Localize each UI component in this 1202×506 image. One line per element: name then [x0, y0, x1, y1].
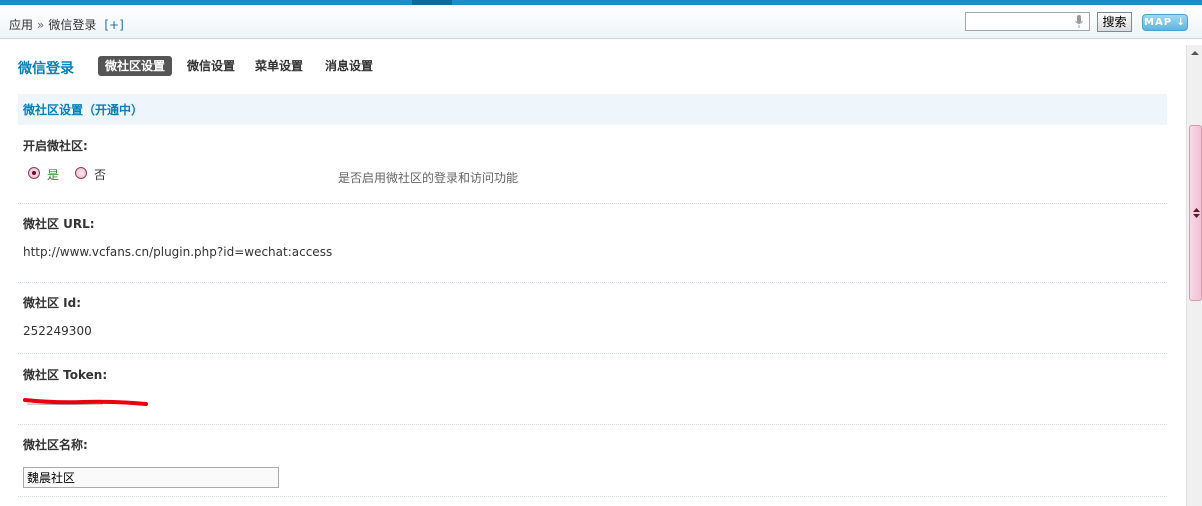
- breadcrumb: 应用 » 微信登录 [+]: [9, 16, 124, 33]
- enable-hint: 是否启用微社区的登录和访问功能: [338, 171, 519, 185]
- add-shortcut-link[interactable]: [+]: [104, 18, 123, 32]
- radio-no-label[interactable]: 否: [94, 166, 106, 183]
- url-label: 微社区 URL:: [23, 217, 95, 231]
- token-label: 微社区 Token:: [23, 368, 108, 382]
- radio-no[interactable]: [75, 167, 87, 179]
- community-name-field[interactable]: [23, 467, 279, 488]
- name-label: 微社区名称:: [23, 438, 88, 452]
- divider: [18, 424, 1167, 425]
- search-button[interactable]: 搜索: [1097, 12, 1132, 32]
- id-value: 252249300: [23, 324, 92, 338]
- section-title: 微社区设置（开通中）: [23, 103, 144, 117]
- section-header: 微社区设置（开通中）: [18, 94, 1167, 125]
- scroll-grip-icon: [1193, 208, 1200, 218]
- radio-yes-label[interactable]: 是: [47, 166, 59, 183]
- microphone-icon[interactable]: [1075, 15, 1083, 28]
- token-redaction-mark: [23, 398, 148, 406]
- enable-label: 开启微社区:: [23, 139, 88, 153]
- divider: [18, 203, 1167, 204]
- plugin-title: 微信登录: [18, 61, 74, 77]
- scroll-up-arrow-icon[interactable]: [1187, 45, 1202, 61]
- divider: [18, 282, 1167, 283]
- tab-message-settings[interactable]: 消息设置: [318, 56, 380, 76]
- vertical-scrollbar[interactable]: [1186, 45, 1202, 506]
- divider: [18, 496, 1167, 497]
- url-value: http://www.vcfans.cn/plugin.php?id=wecha…: [23, 245, 333, 259]
- breadcrumb-root[interactable]: 应用: [9, 18, 33, 32]
- radio-yes[interactable]: [28, 167, 40, 179]
- map-button[interactable]: MAP ↓: [1142, 14, 1188, 31]
- tab-wechat-settings[interactable]: 微信设置: [180, 56, 242, 76]
- breadcrumb-separator: »: [37, 18, 45, 32]
- tab-wsq-settings[interactable]: 微社区设置: [98, 56, 173, 76]
- app-header: 应用 » 微信登录 [+] 搜索 MAP ↓: [0, 5, 1202, 39]
- id-label: 微社区 Id:: [23, 296, 82, 310]
- scrollbar-thumb[interactable]: [1189, 125, 1202, 301]
- breadcrumb-current[interactable]: 微信登录: [48, 18, 96, 32]
- divider: [18, 353, 1167, 354]
- search-input[interactable]: [965, 12, 1090, 31]
- tab-menu-settings[interactable]: 菜单设置: [248, 56, 310, 76]
